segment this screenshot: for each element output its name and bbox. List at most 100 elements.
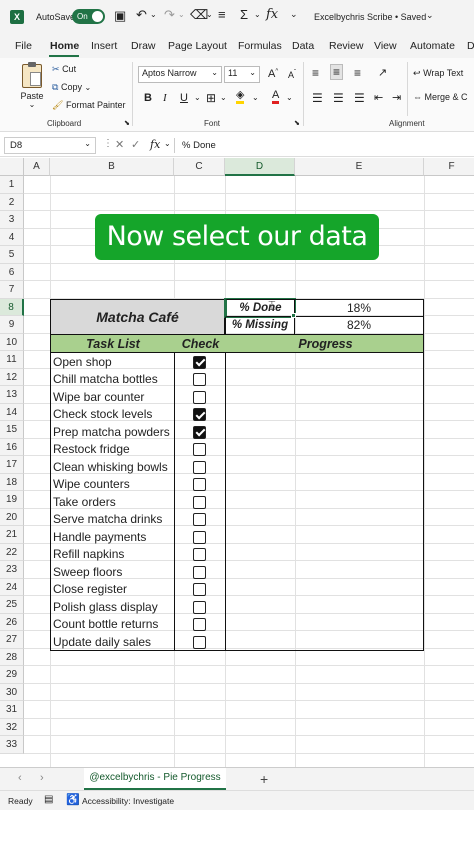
task-name-cell[interactable]: Clean whisking bowls (53, 460, 173, 476)
task-name-cell[interactable]: Wipe bar counter (53, 390, 173, 406)
row-header-17[interactable]: 17 (0, 456, 24, 474)
row-header-32[interactable]: 32 (0, 718, 24, 736)
task-name-cell[interactable]: Polish glass display (53, 600, 173, 616)
checkbox-unchecked[interactable] (193, 565, 206, 579)
column-header-a[interactable]: A (24, 158, 50, 176)
row-header-24[interactable]: 24 (0, 578, 24, 596)
task-name-cell[interactable]: Take orders (53, 495, 173, 511)
paste-button[interactable]: Paste ⌄ (18, 62, 46, 109)
missing-label-cell[interactable]: % Missing (225, 317, 295, 335)
accessibility-status[interactable]: Accessibility: Investigate (82, 796, 174, 806)
task-name-cell[interactable]: Wipe counters (53, 477, 173, 493)
autosave-toggle[interactable]: On (72, 9, 105, 24)
align-left-icon[interactable]: ☰ (312, 91, 323, 105)
tab-review[interactable]: Review (329, 40, 363, 52)
underline-dropdown-icon[interactable]: ⌄ (194, 93, 201, 102)
row-header-8[interactable]: 8 (0, 298, 24, 316)
orientation-icon[interactable]: ↗ (378, 66, 387, 79)
copy-button[interactable]: ⧉ Copy ⌄ (52, 82, 91, 93)
tab-insert[interactable]: Insert (91, 40, 117, 52)
sheet-view-icon[interactable]: ▤ (44, 794, 53, 805)
row-header-15[interactable]: 15 (0, 421, 24, 439)
header-progress[interactable]: Progress (226, 337, 425, 351)
tab-data[interactable]: Data (292, 40, 314, 52)
checkbox-unchecked[interactable] (193, 583, 206, 596)
task-name-cell[interactable]: Open shop (53, 355, 173, 371)
column-header-e[interactable]: E (295, 158, 424, 176)
tab-file[interactable]: File (15, 40, 32, 52)
title-dropdown-icon[interactable]: ⌄ (426, 10, 434, 21)
task-name-cell[interactable]: Close register (53, 582, 173, 598)
function-icon[interactable]: fx (266, 7, 278, 22)
fill-color-dropdown-icon[interactable]: ⌄ (252, 93, 259, 102)
column-header-f[interactable]: F (424, 158, 474, 176)
enter-icon[interactable]: ✓ (131, 138, 140, 151)
align-icon[interactable]: ≡ (218, 7, 226, 22)
header-check[interactable]: Check (175, 337, 226, 351)
row-header-6[interactable]: 6 (0, 263, 24, 281)
task-name-cell[interactable]: Serve matcha drinks (53, 512, 173, 528)
row-header-1[interactable]: 1 (0, 176, 24, 194)
wrap-text-button[interactable]: ↩ Wrap Text (413, 68, 463, 79)
clipboard-launcher-icon[interactable]: ⬊ (124, 119, 130, 127)
checkbox-unchecked[interactable] (193, 495, 206, 509)
title-cell[interactable]: Matcha Café (50, 299, 225, 335)
checkbox-unchecked[interactable] (193, 373, 206, 386)
scroll-right-icon[interactable]: › (40, 772, 44, 784)
redo-icon[interactable]: ↷ (164, 7, 175, 23)
done-value-cell[interactable]: 18% (295, 299, 424, 317)
checkbox-unchecked[interactable] (193, 600, 206, 614)
done-label-cell[interactable]: % Done (224, 298, 296, 318)
row-header-13[interactable]: 13 (0, 386, 24, 404)
name-box[interactable]: D8 ⌄ (4, 137, 96, 154)
row-header-31[interactable]: 31 (0, 701, 24, 719)
row-header-11[interactable]: 11 (0, 351, 24, 369)
checkbox-unchecked[interactable] (193, 443, 206, 456)
font-color-dropdown-icon[interactable]: ⌄ (286, 93, 293, 102)
underline-icon[interactable]: U (180, 92, 188, 104)
row-header-16[interactable]: 16 (0, 438, 24, 456)
row-header-23[interactable]: 23 (0, 561, 24, 579)
align-right-icon[interactable]: ☰ (354, 91, 365, 105)
autosum-icon[interactable]: Σ (240, 7, 248, 22)
autosum-dropdown-icon[interactable]: ⌄ (254, 10, 261, 19)
row-header-28[interactable]: 28 (0, 648, 24, 666)
task-name-cell[interactable]: Chill matcha bottles (53, 372, 173, 388)
customize-qat-icon[interactable]: ⌄ (290, 9, 298, 20)
task-name-cell[interactable]: Restock fridge (53, 442, 173, 458)
tab-view[interactable]: View (374, 40, 397, 52)
bold-icon[interactable]: B (144, 92, 152, 104)
missing-value-cell[interactable]: 82% (295, 317, 424, 335)
column-header-c[interactable]: C (174, 158, 225, 176)
row-header-29[interactable]: 29 (0, 666, 24, 684)
accessibility-icon[interactable]: ♿ (66, 793, 80, 806)
add-sheet-button[interactable]: + (260, 771, 268, 787)
row-header-21[interactable]: 21 (0, 526, 24, 544)
tab-home[interactable]: Home (50, 40, 79, 52)
row-header-27[interactable]: 27 (0, 631, 24, 649)
save-icon[interactable]: ▣ (114, 8, 126, 24)
italic-icon[interactable]: I (163, 92, 167, 104)
checkbox-unchecked[interactable] (193, 460, 206, 474)
row-header-9[interactable]: 9 (0, 316, 24, 334)
formula-input[interactable]: % Done (182, 140, 216, 151)
task-name-cell[interactable]: Update daily sales (53, 635, 173, 651)
tab-formulas[interactable]: Formulas (238, 40, 282, 52)
cancel-icon[interactable]: ✕ (115, 138, 124, 151)
checkbox-checked[interactable] (193, 355, 206, 369)
format-painter-button[interactable]: 🖌 Format Painter (52, 100, 125, 111)
align-bottom-icon[interactable]: ≡ (354, 66, 361, 80)
checkbox-unchecked[interactable] (193, 548, 206, 561)
font-launcher-icon[interactable]: ⬊ (294, 119, 300, 127)
cut-button[interactable]: ✂ Cut (52, 64, 76, 75)
task-name-cell[interactable]: Check stock levels (53, 407, 173, 423)
font-size-select[interactable]: 11 ⌄ (224, 66, 260, 83)
row-header-10[interactable]: 10 (0, 333, 24, 351)
row-header-2[interactable]: 2 (0, 193, 24, 211)
undo-dropdown-icon[interactable]: ⌄ (150, 10, 157, 19)
worksheet-grid[interactable]: A B C D E F 1 2 3 4 5 6 7 8 9 10 11 12 13 14 15 16 17 18 1… (0, 158, 474, 767)
row-header-4[interactable]: 4 (0, 228, 24, 246)
row-header-22[interactable]: 22 (0, 543, 24, 561)
clear-dropdown-icon[interactable]: ⌄ (206, 10, 213, 19)
borders-icon[interactable]: ⊞ (206, 91, 216, 105)
